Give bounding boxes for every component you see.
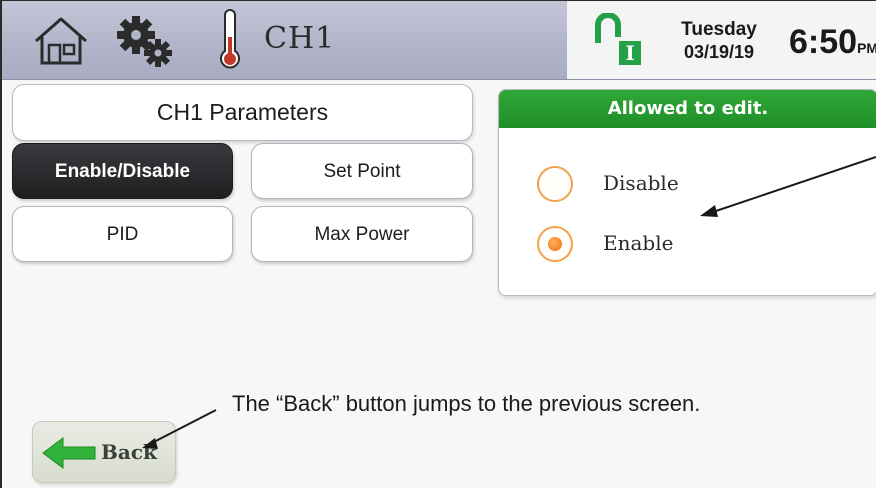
day-label: Tuesday	[681, 19, 757, 40]
gears-icon[interactable]	[112, 13, 178, 69]
disable-radio[interactable]	[537, 166, 573, 202]
enable-disable-button[interactable]: Enable/Disable	[12, 143, 233, 199]
pid-button[interactable]: PID	[12, 206, 233, 262]
disable-option[interactable]: Disable	[537, 166, 757, 206]
parameters-title: CH1 Parameters	[12, 84, 473, 141]
thermometer-icon[interactable]	[217, 9, 243, 73]
edit-permission-header: Allowed to edit.	[499, 90, 876, 128]
ampm-label: PM	[857, 40, 876, 56]
back-annotation: The “Back” button jumps to the previous …	[232, 391, 701, 416]
channel-title: CH1	[264, 21, 336, 56]
edit-panel: Allowed to edit. Disable Enable	[498, 89, 876, 296]
arrow-left-icon	[41, 436, 97, 470]
back-button[interactable]: Back	[32, 421, 176, 483]
time-label: 6:50	[789, 23, 858, 61]
touch-screen: CH1 I Tuesday 03/19/19 6:50PM CH1 Parame…	[0, 0, 876, 488]
enable-option[interactable]: Enable	[537, 226, 757, 266]
clock: 6:50PM	[789, 23, 876, 62]
date-label: 03/19/19	[683, 42, 755, 62]
back-label: Back	[101, 440, 157, 464]
enable-label: Enable	[603, 231, 674, 255]
lock-status-label: I	[619, 41, 641, 65]
date-display: Tuesday 03/19/19	[670, 19, 768, 63]
disable-label: Disable	[603, 171, 679, 195]
set-point-button[interactable]: Set Point	[251, 143, 473, 199]
max-power-button[interactable]: Max Power	[251, 206, 473, 262]
top-bar: CH1 I Tuesday 03/19/19 6:50PM	[2, 1, 876, 80]
enable-radio[interactable]	[537, 226, 573, 262]
home-icon[interactable]	[32, 13, 90, 67]
